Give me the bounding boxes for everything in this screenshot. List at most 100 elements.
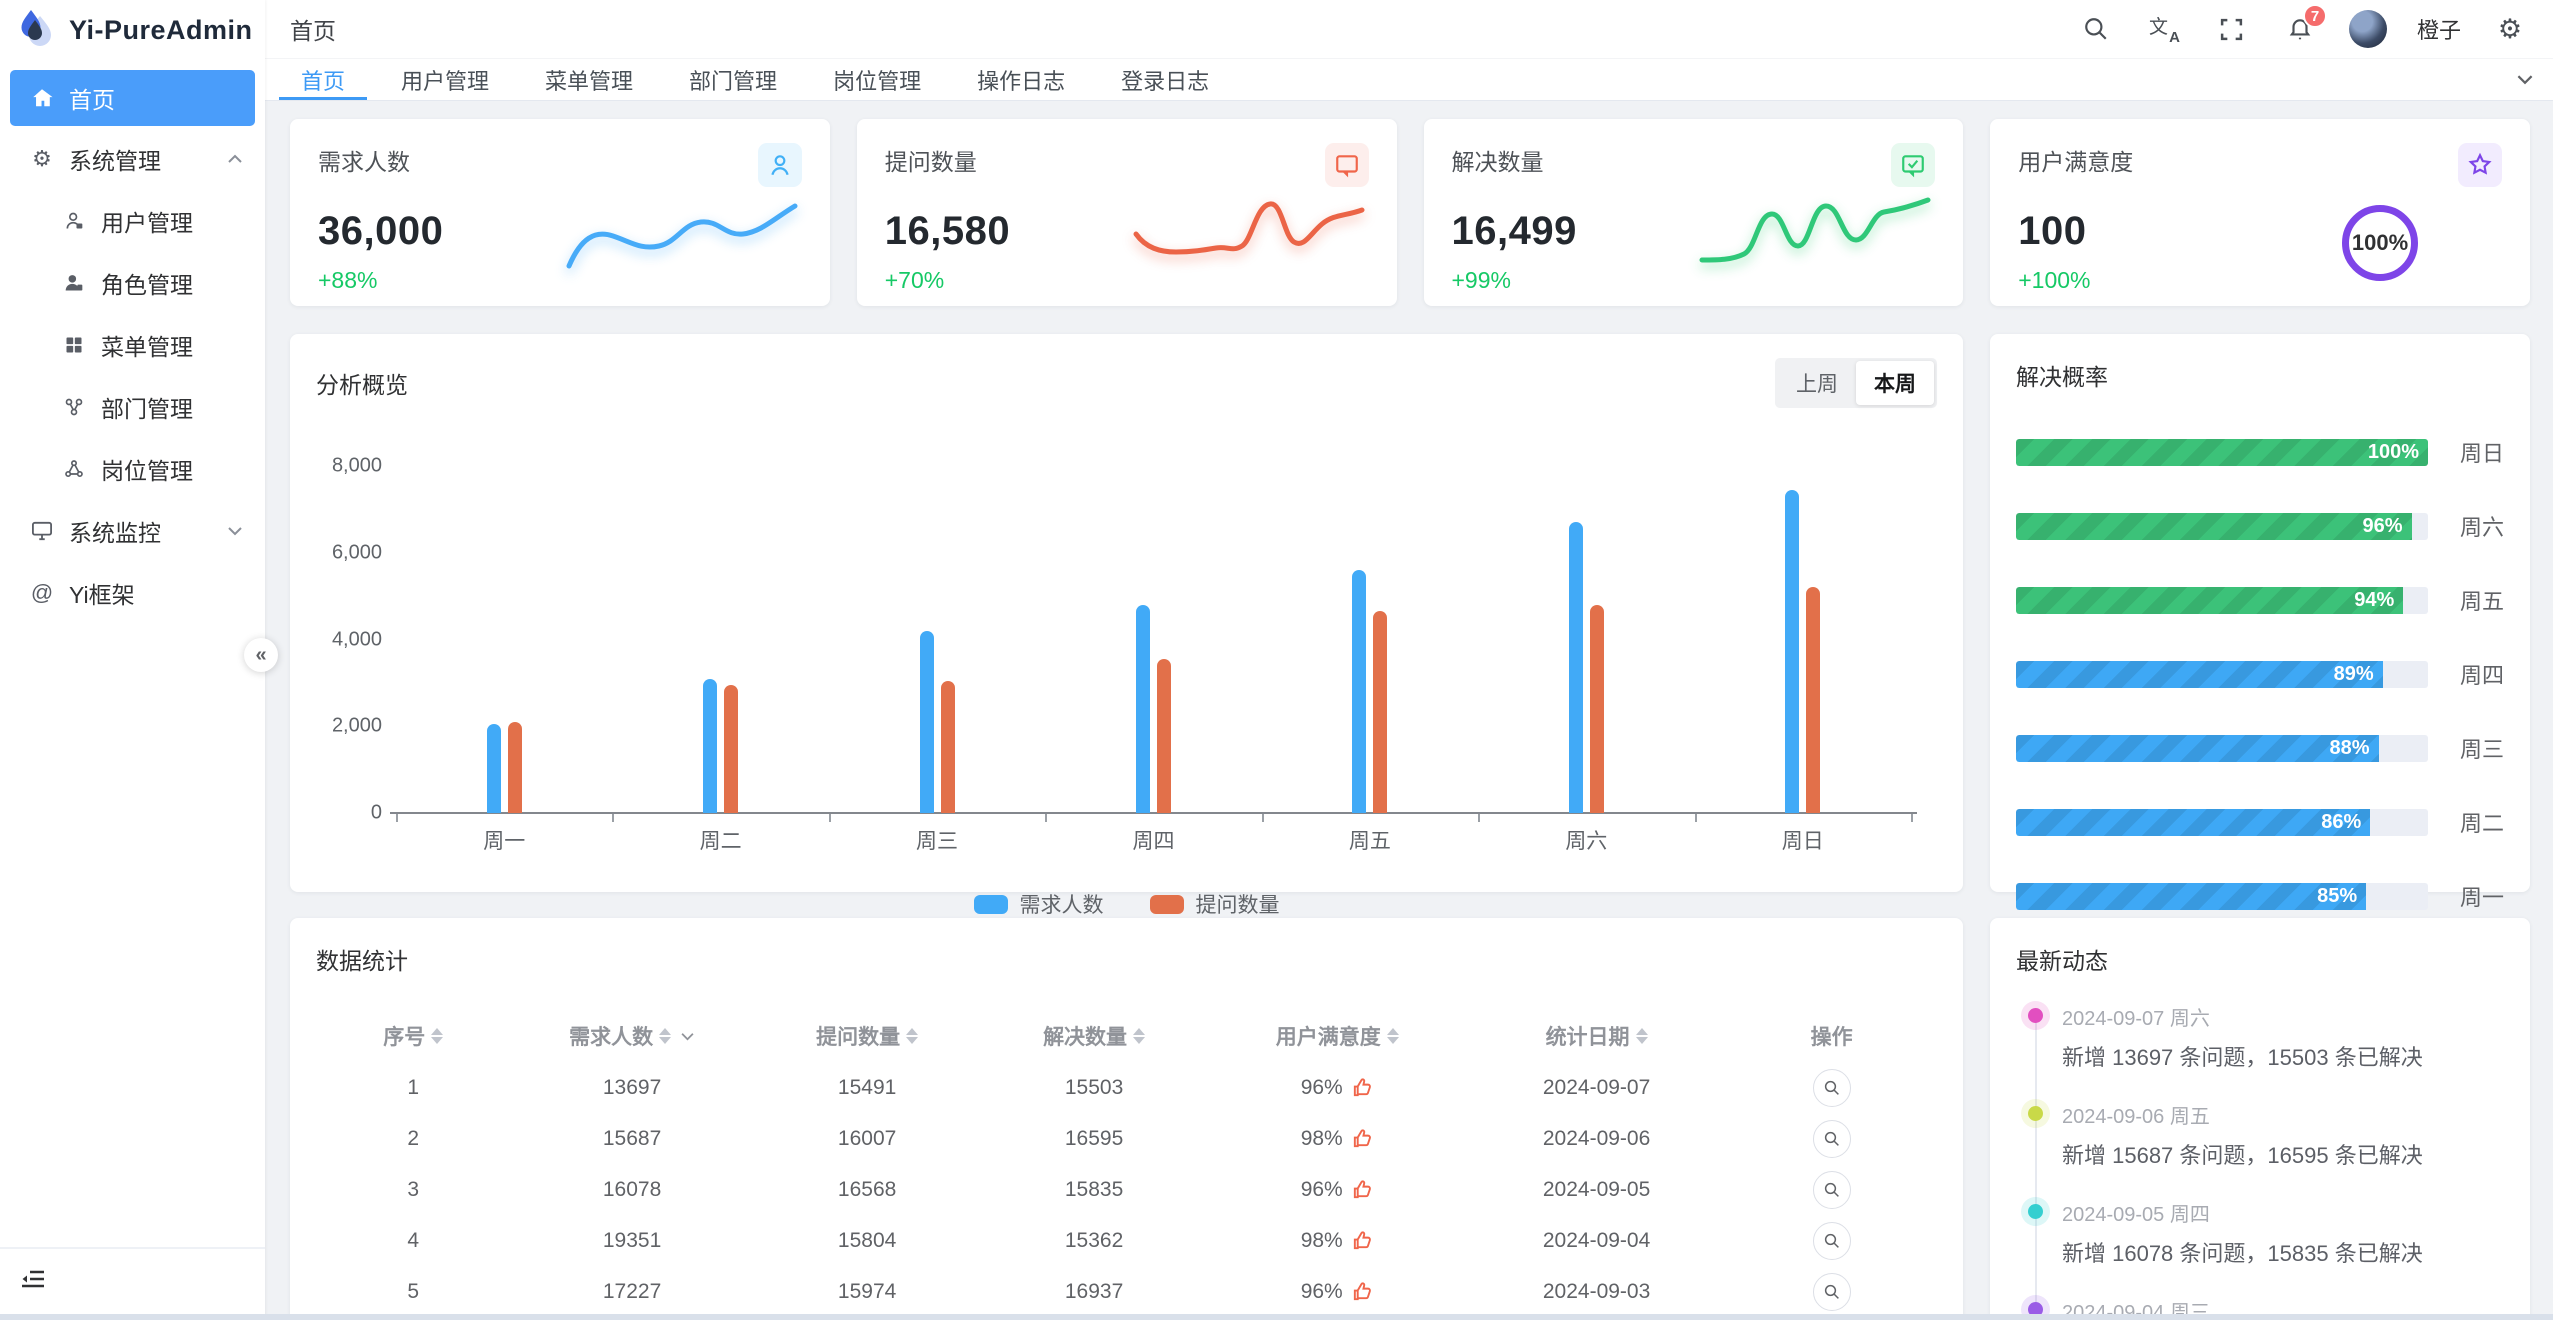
settings-button[interactable]: ⚙ <box>2491 10 2529 48</box>
sidebar-item-posts[interactable]: 岗位管理 <box>0 438 265 500</box>
stat-title: 用户满意度 <box>2018 143 2133 177</box>
progress-value: 86% <box>2321 809 2361 836</box>
tab-菜单管理[interactable]: 菜单管理 <box>517 59 661 100</box>
column-header-需求人数[interactable]: 需求人数 <box>511 1010 754 1062</box>
tab-首页[interactable]: 首页 <box>273 59 373 100</box>
progress-day-label: 周一 <box>2428 880 2504 912</box>
app-title: Yi-PureAdmin <box>69 15 253 46</box>
view-detail-button[interactable] <box>1813 1171 1851 1209</box>
tab-岗位管理[interactable]: 岗位管理 <box>805 59 949 100</box>
app-logo[interactable]: Yi-PureAdmin <box>0 0 265 60</box>
view-detail-button[interactable] <box>1813 1222 1851 1260</box>
bar-需求人数[interactable] <box>1352 570 1366 813</box>
column-header-解决数量[interactable]: 解决数量 <box>981 1010 1208 1062</box>
horizontal-scrollbar[interactable] <box>0 1314 2553 1320</box>
column-header-操作: 操作 <box>1726 1010 1937 1062</box>
view-detail-button[interactable] <box>1813 1273 1851 1311</box>
sort-carets-icon[interactable] <box>659 1028 671 1044</box>
solve-rate-row-周四: 89% 周四 <box>2016 658 2504 690</box>
sidebar-item-roles[interactable]: 角色管理 <box>0 252 265 314</box>
bar-提问数量[interactable] <box>508 722 522 813</box>
tab-操作日志[interactable]: 操作日志 <box>949 59 1093 100</box>
tab-部门管理[interactable]: 部门管理 <box>661 59 805 100</box>
collapse-panel-icon[interactable] <box>20 1267 46 1291</box>
bar-提问数量[interactable] <box>1806 587 1820 813</box>
table-row: 517227159741693796%2024-09-03 <box>316 1266 1937 1317</box>
view-detail-button[interactable] <box>1813 1069 1851 1107</box>
legend-item-提问数量[interactable]: 提问数量 <box>1150 889 1280 919</box>
x-axis-label: 周四 <box>1045 825 1261 855</box>
y-axis-tick: 6,000 <box>316 541 382 564</box>
column-header-序号[interactable]: 序号 <box>316 1010 511 1062</box>
view-detail-button[interactable] <box>1813 1120 1851 1158</box>
solve-rate-row-周二: 86%周二 <box>2016 806 2504 838</box>
x-axis-tick-mark <box>1911 814 1913 822</box>
bar-需求人数[interactable] <box>920 631 934 813</box>
bar-需求人数[interactable] <box>1785 490 1799 813</box>
sort-carets-icon[interactable] <box>1636 1028 1648 1044</box>
legend-label: 需求人数 <box>1020 889 1104 919</box>
toggle-上周[interactable]: 上周 <box>1778 361 1856 405</box>
table-cell: 15503 <box>981 1062 1208 1113</box>
sidebar-collapse-pill[interactable]: « <box>244 638 278 672</box>
solve-rate-title: 解决概率 <box>2016 364 2108 390</box>
bar-提问数量[interactable] <box>1157 659 1171 813</box>
sidebar-item-label: 部门管理 <box>101 390 193 424</box>
sidebar-item-home[interactable]: 首页 <box>10 70 255 126</box>
sort-carets-icon[interactable] <box>1387 1028 1399 1044</box>
user-icon <box>62 211 86 231</box>
table-cell: 1 <box>316 1062 511 1113</box>
tab-登录日志[interactable]: 登录日志 <box>1093 59 1237 100</box>
sidebar-item-yi-framework[interactable]: @ Yi框架 <box>0 562 265 624</box>
x-axis-label: 周六 <box>1478 825 1694 855</box>
column-label: 需求人数 <box>569 1021 653 1051</box>
x-axis-label: 周五 <box>1262 825 1478 855</box>
user-name[interactable]: 橙子 <box>2417 13 2461 45</box>
table-row: 215687160071659598%2024-09-06 <box>316 1113 1937 1164</box>
avatar[interactable] <box>2349 10 2387 48</box>
sidebar-item-menus[interactable]: 菜单管理 <box>0 314 265 376</box>
bar-需求人数[interactable] <box>703 679 717 813</box>
bar-提问数量[interactable] <box>724 685 738 813</box>
sidebar-item-users[interactable]: 用户管理 <box>0 190 265 252</box>
search-button[interactable] <box>2077 10 2115 48</box>
progress-fill: 89% <box>2016 661 2383 688</box>
table-cell: 15974 <box>754 1266 981 1317</box>
progress-day-label: 周四 <box>2428 658 2504 690</box>
bar-提问数量[interactable] <box>941 681 955 813</box>
tabs-overflow-button[interactable] <box>2497 59 2553 100</box>
bar-需求人数[interactable] <box>1136 605 1150 813</box>
gear-icon: ⚙ <box>2498 14 2522 45</box>
sort-carets-icon[interactable] <box>1133 1028 1145 1044</box>
progress-track: 85% <box>2016 883 2428 910</box>
tab-用户管理[interactable]: 用户管理 <box>373 59 517 100</box>
bar-提问数量[interactable] <box>1373 611 1387 813</box>
column-header-用户满意度[interactable]: 用户满意度 <box>1208 1010 1467 1062</box>
x-axis-label: 周日 <box>1695 825 1911 855</box>
column-header-统计日期[interactable]: 统计日期 <box>1467 1010 1726 1062</box>
translate-button[interactable]: 文A <box>2145 10 2183 48</box>
timeline-date: 2024-09-06 周五 <box>2062 1100 2504 1129</box>
legend-item-需求人数[interactable]: 需求人数 <box>974 889 1104 919</box>
sidebar-item-monitor[interactable]: 系统监控 <box>0 500 265 562</box>
table-cell: 17227 <box>511 1266 754 1317</box>
column-header-提问数量[interactable]: 提问数量 <box>754 1010 981 1062</box>
bar-提问数量[interactable] <box>1590 605 1604 813</box>
x-axis-label: 周二 <box>612 825 828 855</box>
thumb-up-icon <box>1351 1280 1374 1303</box>
sort-carets-icon[interactable] <box>906 1028 918 1044</box>
bar-需求人数[interactable] <box>487 724 501 813</box>
satisfaction-cell: 96% <box>1208 1266 1467 1317</box>
toggle-本周[interactable]: 本周 <box>1856 361 1934 405</box>
sidebar-item-system[interactable]: ⚙ 系统管理 <box>0 128 265 190</box>
analysis-title: 分析概览 <box>316 366 408 400</box>
sidebar-item-departments[interactable]: 部门管理 <box>0 376 265 438</box>
bar-需求人数[interactable] <box>1569 522 1583 813</box>
filter-chevron-icon[interactable] <box>680 1032 695 1041</box>
x-axis-tick-mark <box>1695 814 1697 822</box>
timeline-date: 2024-09-05 周四 <box>2062 1198 2504 1227</box>
fullscreen-button[interactable] <box>2213 10 2251 48</box>
operation-cell <box>1726 1164 1937 1215</box>
notifications-button[interactable]: 7 <box>2281 10 2319 48</box>
sort-carets-icon[interactable] <box>431 1028 443 1044</box>
